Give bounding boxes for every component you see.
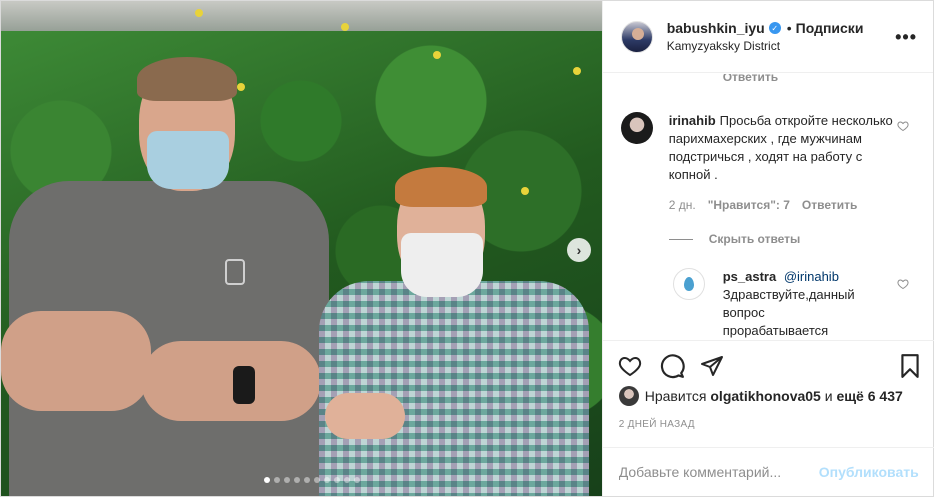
reply-username[interactable]: ps_astra [723,269,776,284]
likes-connector: и [824,388,833,404]
face-mask [401,233,483,297]
verified-badge-icon: ✓ [768,22,781,34]
comment: irinahib Просьба откройте несколько парих… [620,112,921,214]
heart-icon[interactable] [897,120,909,135]
comments-list[interactable]: Ответить irinahib Просьба откройте нескол… [603,74,934,340]
carousel-dot [294,477,300,483]
following-button[interactable]: Подписки [796,20,864,36]
post-header: babushkin_iyu ✓ • Подписки Kamyzyaksky D… [602,1,933,73]
comment-input[interactable] [618,464,819,480]
hair [395,167,487,207]
mention-link[interactable]: @irinahib [784,269,839,284]
person-left [1,57,331,496]
action-bar [602,340,934,390]
carousel-next-button[interactable]: › [567,238,591,262]
header-text: babushkin_iyu ✓ • Подписки Kamyzyaksky D… [667,20,864,53]
reply-body: ps_astra @irinahib Здравствуйте,данный в… [723,268,863,340]
flower [433,51,441,59]
carousel-dot [314,477,320,483]
comment-time[interactable]: 2 дн. [669,196,696,214]
add-comment-bar: Опубликовать [602,447,934,496]
likes-prefix: Нравится [644,388,707,404]
carousel-dot [304,477,310,483]
post-sidebar: babushkin_iyu ✓ • Подписки Kamyzyaksky D… [601,1,934,496]
heart-icon[interactable] [897,278,909,293]
comment-likes-count[interactable]: "Нравится": 7 [708,196,790,214]
username-link[interactable]: babushkin_iyu [667,20,765,36]
more-options-icon[interactable]: ••• [895,27,917,48]
avatar [618,386,639,406]
reply-text: Здравствуйте,данный вопрос прорабатывает… [722,287,855,338]
face-mask [147,131,229,189]
avatar[interactable] [672,268,705,300]
hand [325,393,405,439]
comment-reply: ps_astra @irinahib Здравствуйте,данный в… [672,268,913,340]
flower [341,23,349,31]
avatar[interactable] [620,20,653,53]
wristwatch [233,366,255,404]
carousel-dot [334,477,340,483]
header-line: babushkin_iyu ✓ • Подписки [667,20,864,36]
like-heart-icon[interactable] [617,353,643,379]
avatar[interactable] [620,112,653,144]
arm [1,311,151,411]
reply-button[interactable]: Ответить [802,196,857,214]
carousel-dots [264,477,360,483]
hide-replies-label: Скрыть ответы [708,232,801,246]
person-right [319,167,589,496]
hair [137,57,237,101]
carousel-dot [274,477,280,483]
instagram-post: › babushkin_iyu ✓ • Подписки Kamyzyaksky… [0,0,934,497]
comment-username[interactable]: irinahib [669,113,716,128]
separator: • [786,20,792,36]
carousel-dot [354,477,360,483]
arm [141,341,321,421]
divider [668,238,693,240]
plaid-shirt [319,281,589,496]
hide-replies-button[interactable]: Скрыть ответы [668,232,801,246]
post-date[interactable]: 2 ДНЕЙ НАЗАД [619,419,695,430]
location-link[interactable]: Kamyzyaksky District [667,39,864,53]
comment-meta: 2 дн. "Нравится": 7 Ответить [669,196,901,214]
comment-bubble-icon[interactable] [659,353,685,379]
likes-summary: Нравится olgatikhonova05 и ещё 6 437 [618,386,903,406]
reply-button[interactable]: Ответить [723,74,778,84]
carousel-dot [284,477,290,483]
share-send-icon[interactable] [699,353,725,379]
publish-button[interactable]: Опубликовать [819,464,919,480]
flower [573,67,581,75]
flower [195,9,203,17]
comment-body: irinahib Просьба откройте несколько парих… [669,112,901,214]
carousel-dot [264,477,270,483]
chevron-right-icon: › [576,242,582,258]
liker-username-link[interactable]: olgatikhonova05 [710,388,820,404]
carousel-dot [324,477,330,483]
likes-others-link[interactable]: ещё 6 437 [836,388,902,404]
post-photo[interactable]: › [1,1,602,496]
shirt-emblem [225,259,245,285]
carousel-dot [344,477,350,483]
bookmark-icon[interactable] [897,353,923,379]
